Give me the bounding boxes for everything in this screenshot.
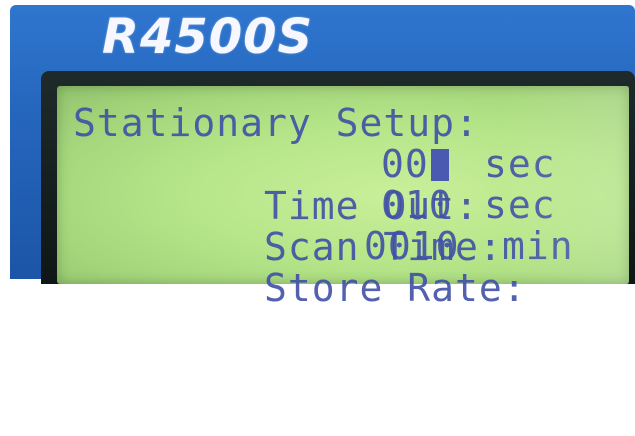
- scan-time-value[interactable]: 010: [381, 184, 453, 226]
- time-out-unit: sec: [484, 142, 556, 186]
- time-out-value-text: 00: [381, 142, 429, 186]
- time-out-value[interactable]: 00: [381, 143, 449, 185]
- store-rate-row[interactable]: Store Rate: 0010 min: [73, 225, 573, 309]
- scan-time-row[interactable]: Scan Time: 010 sec: [73, 184, 555, 268]
- store-rate-unit: min: [502, 224, 574, 268]
- edit-cursor: [430, 149, 449, 181]
- lcd-bezel: Stationary Setup: Time Out: 00 sec Scan …: [41, 71, 635, 309]
- store-rate-value[interactable]: 0010: [364, 225, 460, 267]
- time-out-row[interactable]: Time Out: 00 sec: [73, 143, 555, 227]
- scan-time-unit: sec: [484, 183, 556, 227]
- model-label: R4500S: [102, 9, 314, 65]
- store-rate-label: Store Rate:: [264, 266, 527, 310]
- receiver-device: R4500S Stationary Setup: Time Out: 00 se…: [10, 5, 635, 309]
- lcd-screen: Stationary Setup: Time Out: 00 sec Scan …: [57, 86, 629, 309]
- screen-title: Stationary Setup:: [73, 101, 479, 145]
